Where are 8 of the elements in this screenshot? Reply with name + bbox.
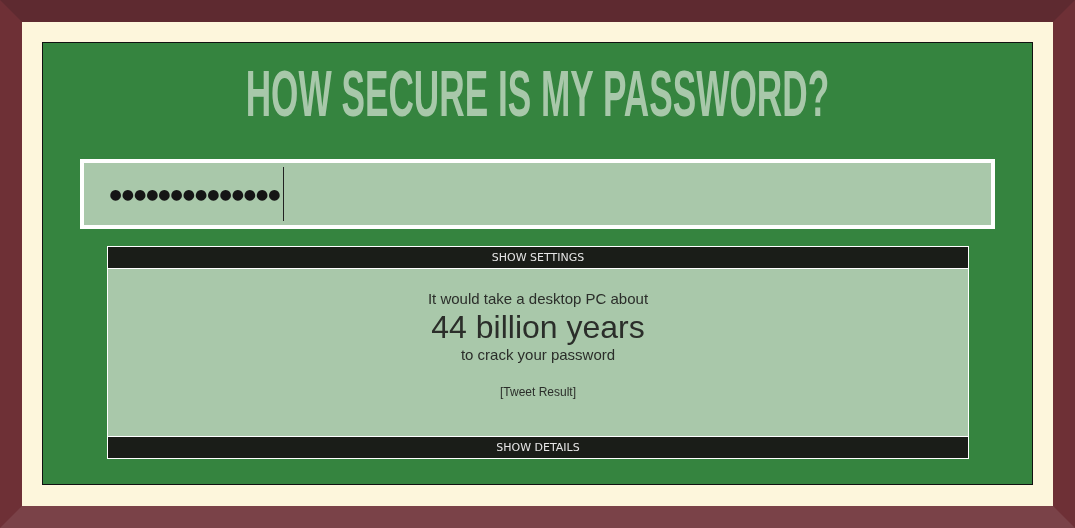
crack-time: 44 billion years [431,309,645,345]
show-settings-toggle[interactable]: SHOW SETTINGS [108,247,968,269]
show-details-toggle[interactable]: SHOW DETAILS [108,436,968,458]
result-tail-text: to crack your password [460,345,616,365]
password-field[interactable]: ●●●●●●●●●●●●●● [79,159,995,229]
result-lead-text: It would take a desktop PC about [427,289,649,309]
tweet-result-link[interactable]: [Tweet Result] [500,385,576,399]
page-title: HOW SECURE IS MY PASSWORD? [245,57,830,131]
